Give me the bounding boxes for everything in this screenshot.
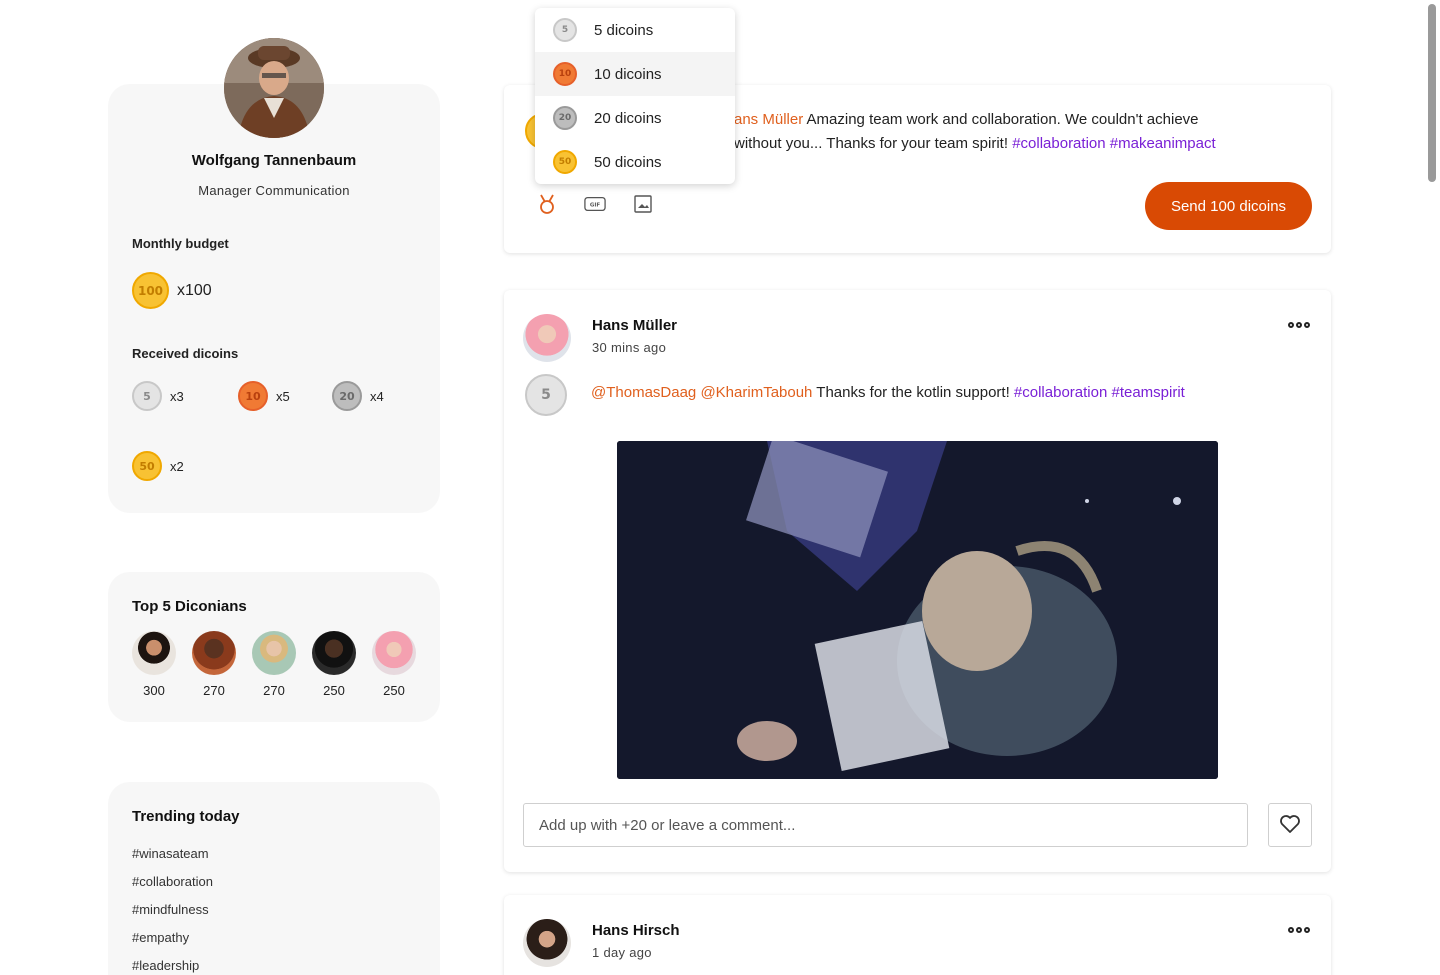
top-diconian-score: 250 — [383, 683, 405, 698]
top-diconian[interactable]: 270 — [192, 631, 236, 698]
received-coin-10: 10 x5 — [238, 381, 290, 411]
svg-text:GIF: GIF — [590, 203, 601, 209]
coin-5-icon: 5 — [132, 381, 162, 411]
dropdown-option-50[interactable]: 50 50 dicoins — [535, 140, 735, 184]
dropdown-option-label: 10 dicoins — [594, 65, 662, 83]
coin-20-icon: 20 — [332, 381, 362, 411]
dropdown-option-label: 50 dicoins — [594, 153, 662, 171]
top-diconian-score: 250 — [323, 683, 345, 698]
top-diconian-score: 270 — [203, 683, 225, 698]
monthly-budget: 100 x100 — [132, 272, 212, 309]
avatar — [372, 631, 416, 675]
received-count: x3 — [170, 388, 184, 404]
composer-toolbar: GIF — [536, 193, 654, 215]
trending-tag[interactable]: #empathy — [132, 930, 189, 945]
dropdown-option-5[interactable]: 5 5 dicoins — [535, 8, 735, 52]
coin-5-icon: 5 — [525, 374, 567, 416]
post-text: @ThomasDaag @KharimTabouh Thanks for the… — [591, 384, 1185, 401]
top-diconian[interactable]: 250 — [372, 631, 416, 698]
dropdown-option-label: 20 dicoins — [594, 109, 662, 127]
coin-20-icon: 20 — [553, 106, 577, 130]
mention[interactable]: @KharimTabouh — [700, 384, 812, 401]
received-count: x4 — [370, 388, 384, 404]
mention[interactable]: @ThomasDaag — [591, 384, 696, 401]
image-icon[interactable] — [632, 193, 654, 215]
coin-dropdown: 5 5 dicoins 10 10 dicoins 20 20 dicoins … — [535, 8, 735, 184]
top-diconian-score: 270 — [263, 683, 285, 698]
trending-tag[interactable]: #mindfulness — [132, 902, 209, 917]
trending-title: Trending today — [132, 808, 240, 825]
post-author-avatar[interactable] — [523, 314, 571, 362]
coin-100-icon: 100 — [132, 272, 169, 309]
profile-avatar[interactable] — [224, 38, 324, 138]
top-diconian[interactable]: 270 — [252, 631, 296, 698]
post-time: 1 day ago — [592, 945, 652, 960]
coin-10-icon: 10 — [553, 62, 577, 86]
trending-tag[interactable]: #winasateam — [132, 846, 209, 861]
received-coin-20: 20 x4 — [332, 381, 384, 411]
dropdown-option-20[interactable]: 20 20 dicoins — [535, 96, 735, 140]
post-body: Thanks for the kotlin support! — [812, 384, 1014, 401]
trending-tag[interactable]: #collaboration — [132, 874, 213, 889]
composer-text[interactable]: ans Müller Amazing team work and collabo… — [734, 108, 1314, 156]
avatar — [192, 631, 236, 675]
budget-value: x100 — [177, 281, 212, 299]
coin-50-icon: 50 — [553, 150, 577, 174]
dropdown-option-label: 5 dicoins — [594, 21, 654, 39]
top-diconian[interactable]: 250 — [312, 631, 356, 698]
hashtag[interactable]: #collaboration — [1012, 135, 1105, 152]
composer-text-line1: Amazing team work and collaboration. We … — [803, 111, 1199, 128]
composer-text-line2: without you... Thanks for your team spir… — [734, 135, 1013, 152]
send-dicoins-button[interactable]: Send 100 dicoins — [1145, 182, 1312, 230]
like-button[interactable] — [1268, 803, 1312, 847]
post-time: 30 mins ago — [592, 340, 667, 355]
received-coin-5: 5 x3 — [132, 381, 184, 411]
dropdown-option-10[interactable]: 10 10 dicoins — [535, 52, 735, 96]
comment-input[interactable] — [523, 803, 1248, 847]
hashtag[interactable]: #makeanimpact — [1110, 135, 1216, 152]
trending-tag[interactable]: #leadership — [132, 958, 199, 973]
scrollbar[interactable] — [1428, 4, 1436, 182]
coin-50-icon: 50 — [132, 451, 162, 481]
profile-name: Wolfgang Tannenbaum — [191, 152, 357, 169]
more-options-icon[interactable] — [1288, 320, 1312, 330]
top-diconian-score: 300 — [143, 683, 165, 698]
mention[interactable]: ans Müller — [734, 111, 803, 128]
heart-icon — [1279, 814, 1301, 837]
coin-5-icon: 5 — [553, 18, 577, 42]
hashtag[interactable]: #teamspirit — [1111, 384, 1184, 401]
received-dicoins-label: Received dicoins — [132, 346, 239, 361]
avatar — [252, 631, 296, 675]
hashtag[interactable]: #collaboration — [1014, 384, 1107, 401]
post-author-name[interactable]: Hans Müller — [592, 317, 677, 334]
monthly-budget-label: Monthly budget — [132, 236, 229, 251]
gif-icon[interactable]: GIF — [584, 193, 606, 215]
received-coin-50: 50 x2 — [132, 451, 184, 481]
post-author-name[interactable]: Hans Hirsch — [592, 922, 680, 939]
profile-role: Manager Communication — [198, 183, 350, 198]
more-options-icon[interactable] — [1288, 925, 1312, 935]
post-gif-image[interactable] — [617, 441, 1218, 779]
top-diconians-title: Top 5 Diconians — [132, 598, 247, 615]
top-diconian[interactable]: 300 — [132, 631, 176, 698]
coin-10-icon: 10 — [238, 381, 268, 411]
medal-icon[interactable] — [536, 193, 558, 215]
received-count: x5 — [276, 388, 290, 404]
avatar — [312, 631, 356, 675]
received-count: x2 — [170, 458, 184, 474]
avatar — [132, 631, 176, 675]
post-author-avatar[interactable] — [523, 919, 571, 967]
